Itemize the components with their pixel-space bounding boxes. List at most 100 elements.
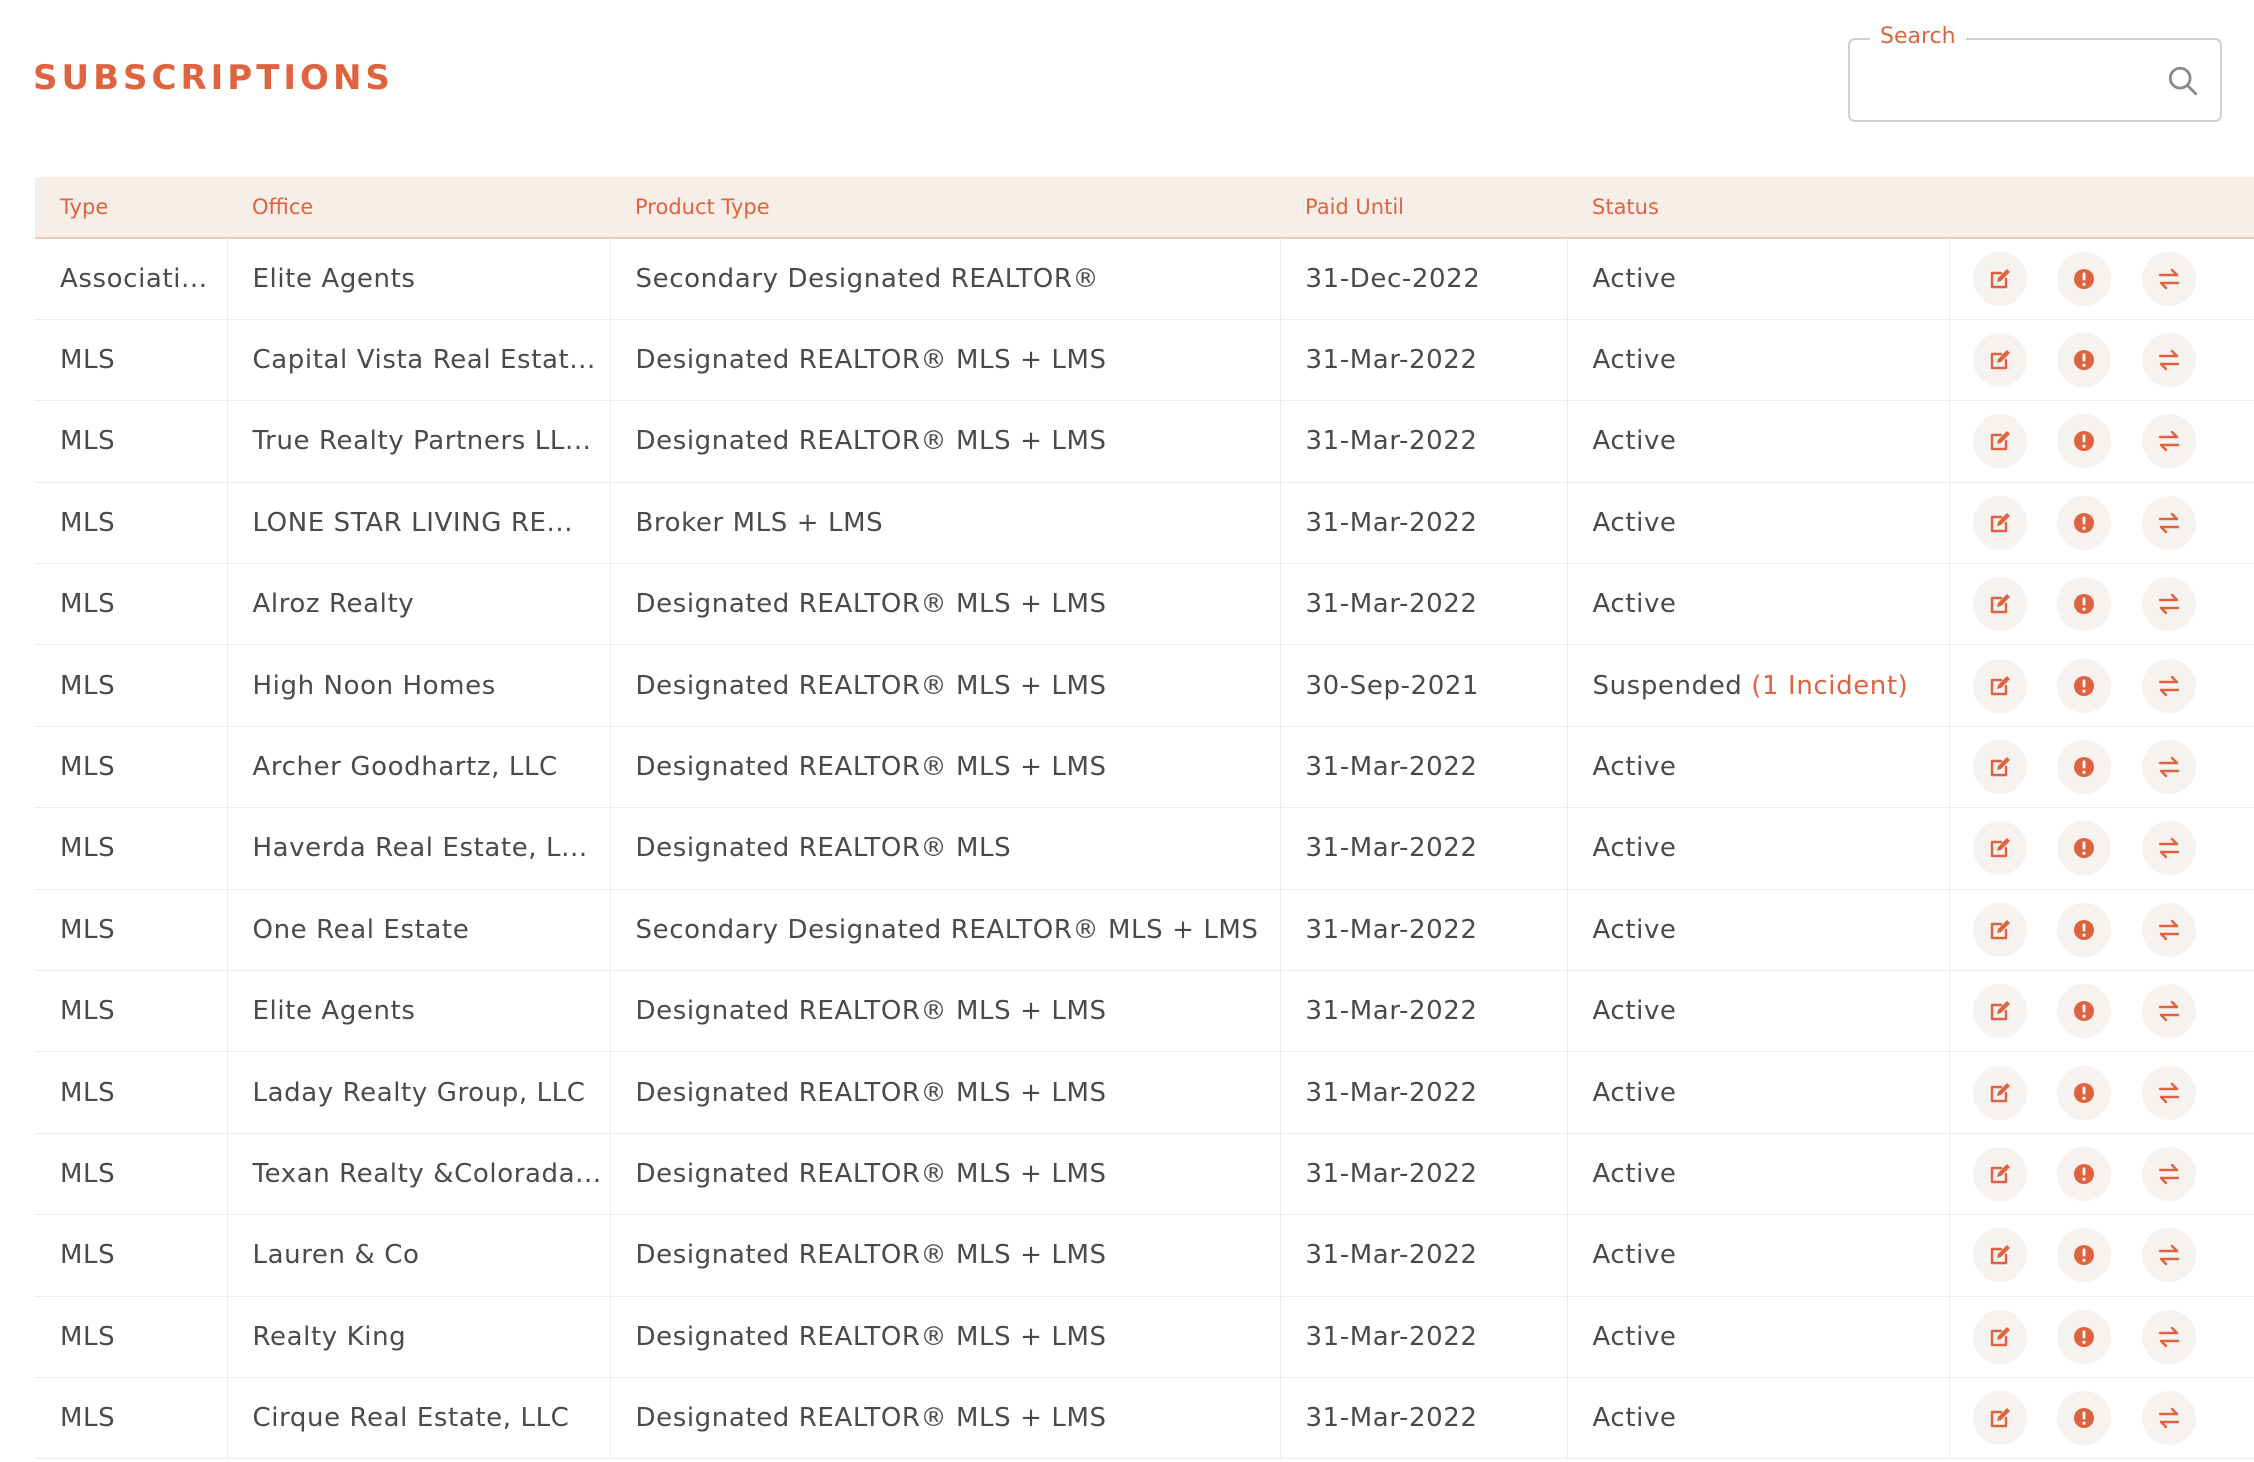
alert-button[interactable] — [2057, 658, 2112, 713]
search-input[interactable] — [1864, 56, 2154, 104]
edit-button[interactable] — [1972, 333, 2027, 388]
table-row[interactable]: MLS Laday Realty Group, LLC Designated R… — [35, 1051, 2254, 1134]
transfer-button[interactable] — [2142, 821, 2197, 876]
status-text: Active — [1592, 263, 1677, 294]
transfer-button[interactable] — [2142, 495, 2197, 550]
transfer-icon — [2159, 756, 2180, 778]
edit-button[interactable] — [1972, 1146, 2027, 1201]
transfer-icon — [2159, 594, 2180, 615]
cell-product-type: Designated REALTOR® MLS — [610, 807, 1281, 890]
transfer-icon — [2159, 1245, 2180, 1266]
table-row[interactable]: MLS True Realty Partners LL... Designate… — [35, 400, 2254, 483]
transfer-button[interactable] — [2142, 1228, 2197, 1283]
alert-button[interactable] — [2057, 414, 2112, 469]
status-text: Active — [1592, 1158, 1677, 1189]
cell-office: Texan Realty &Colorada... — [227, 1133, 611, 1216]
edit-button[interactable] — [1972, 251, 2027, 306]
cell-actions — [1949, 238, 2254, 320]
alert-button[interactable] — [2057, 902, 2112, 957]
column-header-product-type[interactable]: Product Type — [610, 177, 1280, 239]
table-row[interactable]: MLS Lauren & Co Designated REALTOR® MLS … — [35, 1214, 2254, 1297]
incident-link[interactable]: (1 Incident) — [1751, 671, 1908, 701]
status-text: Active — [1592, 1403, 1677, 1434]
edit-button[interactable] — [1972, 984, 2027, 1039]
column-header-status[interactable]: Status — [1567, 177, 1949, 239]
transfer-button[interactable] — [2142, 1391, 2197, 1446]
alert-button[interactable] — [2057, 1146, 2112, 1201]
table-row[interactable]: MLS Cirque Real Estate, LLC Designated R… — [35, 1377, 2254, 1460]
edit-icon — [1990, 350, 2010, 370]
cell-paid-until: 30-Sep-2021 — [1280, 644, 1568, 727]
alert-button[interactable] — [2057, 740, 2112, 795]
alert-button[interactable] — [2057, 1065, 2112, 1120]
search-icon[interactable] — [2166, 64, 2200, 98]
cell-product-type: Designated REALTOR® MLS + LMS — [610, 970, 1281, 1053]
column-header-paid-until[interactable]: Paid Until — [1280, 177, 1567, 239]
alert-icon — [2074, 1163, 2095, 1184]
transfer-button[interactable] — [2142, 1146, 2197, 1201]
alert-button[interactable] — [2057, 1228, 2112, 1283]
transfer-button[interactable] — [2142, 414, 2197, 469]
status-text: Active — [1592, 833, 1677, 864]
edit-button[interactable] — [1972, 658, 2027, 713]
alert-button[interactable] — [2057, 577, 2112, 632]
cell-actions — [1949, 726, 2254, 809]
table-row[interactable]: MLS Alroz Realty Designated REALTOR® MLS… — [35, 563, 2254, 646]
edit-button[interactable] — [1972, 495, 2027, 550]
transfer-button[interactable] — [2142, 251, 2197, 306]
edit-button[interactable] — [1972, 1391, 2027, 1446]
cell-office: Cirque Real Estate, LLC — [227, 1377, 611, 1460]
cell-type: MLS — [35, 970, 228, 1053]
cell-office: Alroz Realty — [227, 563, 611, 646]
edit-button[interactable] — [1972, 1228, 2027, 1283]
edit-button[interactable] — [1972, 1309, 2027, 1364]
alert-button[interactable] — [2057, 333, 2112, 388]
table-row[interactable]: MLS Texan Realty &Colorada... Designated… — [35, 1133, 2254, 1216]
table-row[interactable]: MLS Elite Agents Designated REALTOR® MLS… — [35, 970, 2254, 1053]
transfer-button[interactable] — [2142, 658, 2197, 713]
transfer-button[interactable] — [2142, 1309, 2197, 1364]
table-row[interactable]: Associati... Elite Agents Secondary Desi… — [35, 238, 2254, 320]
status-text: Active — [1592, 996, 1677, 1027]
column-header-office[interactable]: Office — [227, 177, 610, 239]
alert-button[interactable] — [2057, 1391, 2112, 1446]
alert-button[interactable] — [2057, 984, 2112, 1039]
column-header-type[interactable]: Type — [35, 177, 227, 239]
transfer-button[interactable] — [2142, 984, 2197, 1039]
table-row[interactable]: MLS High Noon Homes Designated REALTOR® … — [35, 644, 2254, 727]
transfer-button[interactable] — [2142, 1065, 2197, 1120]
cell-paid-until: 31-Mar-2022 — [1280, 319, 1568, 402]
edit-icon — [1990, 512, 2010, 533]
table-row[interactable]: MLS LONE STAR LIVING RE... Broker MLS + … — [35, 482, 2254, 565]
search-box[interactable]: Search — [1848, 24, 2222, 122]
table-header-row: Type Office Product Type Paid Until Stat… — [35, 177, 2254, 239]
cell-status: Active — [1567, 889, 1950, 972]
table-row[interactable]: MLS One Real Estate Secondary Designated… — [35, 889, 2254, 972]
transfer-button[interactable] — [2142, 740, 2197, 795]
alert-button[interactable] — [2057, 821, 2112, 876]
edit-button[interactable] — [1972, 414, 2027, 469]
cell-status: Active — [1567, 400, 1950, 483]
alert-button[interactable] — [2057, 251, 2112, 306]
table-row[interactable]: MLS Capital Vista Real Estat... Designat… — [35, 319, 2254, 402]
cell-paid-until: 31-Mar-2022 — [1280, 726, 1568, 809]
edit-button[interactable] — [1972, 740, 2027, 795]
table-row[interactable]: MLS Realty King Designated REALTOR® MLS … — [35, 1296, 2254, 1378]
edit-button[interactable] — [1972, 821, 2027, 876]
status-text: Suspended — [1592, 670, 1743, 701]
page-header: SUBSCRIPTIONS Search — [0, 0, 2254, 175]
transfer-button[interactable] — [2142, 333, 2197, 388]
cell-office: Realty King — [227, 1296, 611, 1378]
transfer-button[interactable] — [2142, 577, 2197, 632]
alert-button[interactable] — [2057, 495, 2112, 550]
edit-button[interactable] — [1972, 577, 2027, 632]
cell-paid-until: 31-Mar-2022 — [1280, 400, 1568, 483]
alert-button[interactable] — [2057, 1309, 2112, 1364]
edit-button[interactable] — [1972, 1065, 2027, 1120]
status-text: Active — [1592, 1077, 1677, 1108]
table-row[interactable]: MLS Haverda Real Estate, L... Designated… — [35, 807, 2254, 890]
transfer-button[interactable] — [2142, 902, 2197, 957]
edit-button[interactable] — [1972, 902, 2027, 957]
table-row[interactable]: MLS Archer Goodhartz, LLC Designated REA… — [35, 726, 2254, 809]
cell-status: Active — [1567, 1377, 1950, 1460]
